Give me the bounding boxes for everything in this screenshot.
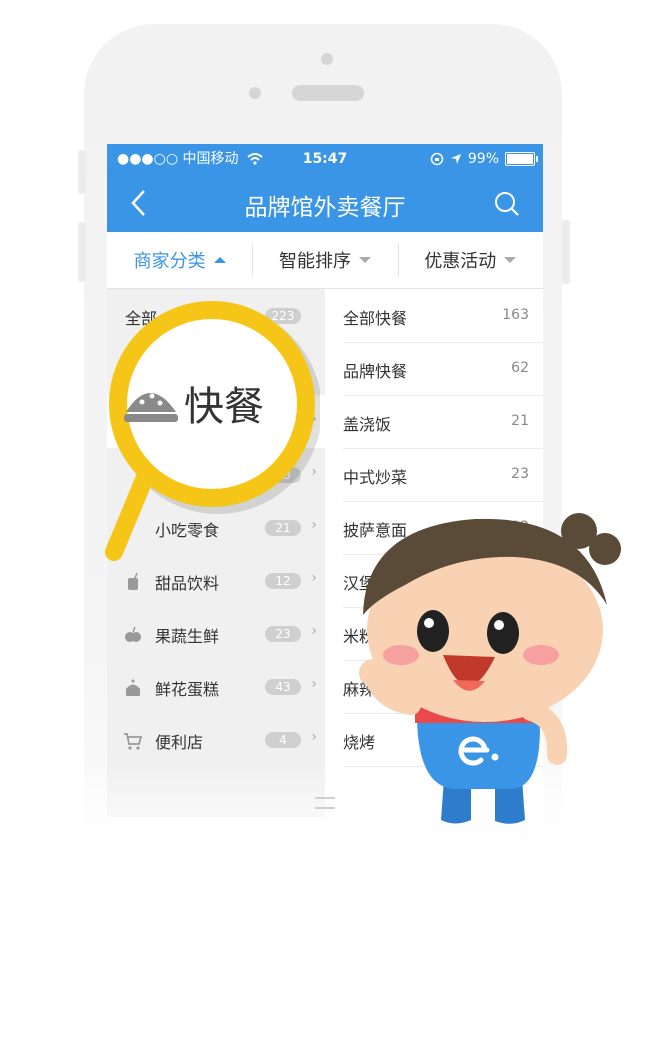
- search-icon[interactable]: [493, 190, 521, 218]
- subcategory-count: 163: [502, 307, 529, 323]
- battery-percent: 99%: [467, 151, 499, 167]
- subcategory-item[interactable]: 中式炒菜 23: [343, 448, 543, 502]
- chevron-right-icon: ›: [311, 729, 317, 745]
- left-category-label: 便利店: [155, 733, 204, 752]
- left-category-label: 果蔬生鲜: [155, 627, 220, 646]
- subcategory-count: 21: [511, 413, 529, 429]
- subcategory-item[interactable]: 盖浇饭 21: [343, 395, 543, 449]
- subcategory-item[interactable]: 全部快餐 163: [343, 289, 543, 343]
- cart-icon: [124, 733, 143, 750]
- filter-bar: 商家分类 智能排序 优惠活动: [107, 232, 543, 289]
- subcategory-label: 品牌快餐: [343, 362, 408, 381]
- left-category-label: 鲜花蛋糕: [155, 680, 220, 699]
- magnifier-callout: 快餐: [105, 301, 320, 561]
- subcategory-count: 62: [511, 360, 529, 376]
- left-category-item[interactable]: 鲜花蛋糕 43 ›: [107, 660, 325, 713]
- nav-bar: 品牌馆外卖餐厅: [107, 174, 543, 232]
- status-bar: ●●●○○ 中国移动 15:47 99%: [107, 144, 543, 174]
- left-category-item[interactable]: 便利店 4 ›: [107, 713, 325, 766]
- camera-dot: [321, 53, 333, 65]
- drag-handle[interactable]: [315, 797, 335, 809]
- count-badge: 23: [265, 626, 301, 642]
- status-right: 99%: [430, 144, 538, 174]
- subcategory-item[interactable]: 品牌快餐 62: [343, 342, 543, 396]
- subcategory-label: 盖浇饭: [343, 415, 392, 434]
- side-button-left: [78, 150, 86, 194]
- chevron-right-icon: ›: [311, 623, 317, 639]
- page-title: 品牌馆外卖餐厅: [244, 195, 406, 221]
- filter-category[interactable]: 商家分类: [107, 232, 252, 288]
- caret-down-icon: [358, 257, 371, 263]
- left-category-item[interactable]: 果蔬生鲜 23 ›: [107, 607, 325, 660]
- magnifier-label: 快餐: [184, 384, 264, 430]
- subcategory-count: 23: [511, 466, 529, 482]
- fruit-icon: [125, 626, 141, 642]
- mascot-character: [359, 513, 621, 824]
- filter-promotion[interactable]: 优惠活动: [397, 232, 543, 288]
- rotation-lock-icon: [430, 152, 444, 166]
- subcategory-label: 中式炒菜: [343, 468, 408, 487]
- speaker-grille: [292, 85, 364, 101]
- caret-down-icon: [504, 257, 517, 263]
- chevron-right-icon: ›: [311, 676, 317, 692]
- side-button-right: [562, 220, 570, 284]
- side-button-left-2: [78, 222, 86, 282]
- subcategory-label: 全部快餐: [343, 309, 408, 328]
- count-badge: 4: [265, 732, 301, 748]
- filter-sort[interactable]: 智能排序: [252, 232, 397, 288]
- location-icon: [450, 154, 461, 164]
- count-badge: 43: [265, 679, 301, 695]
- battery-icon: [505, 152, 538, 166]
- cake-icon: [126, 679, 140, 696]
- front-camera: [249, 87, 261, 99]
- caret-up-icon: [213, 257, 226, 263]
